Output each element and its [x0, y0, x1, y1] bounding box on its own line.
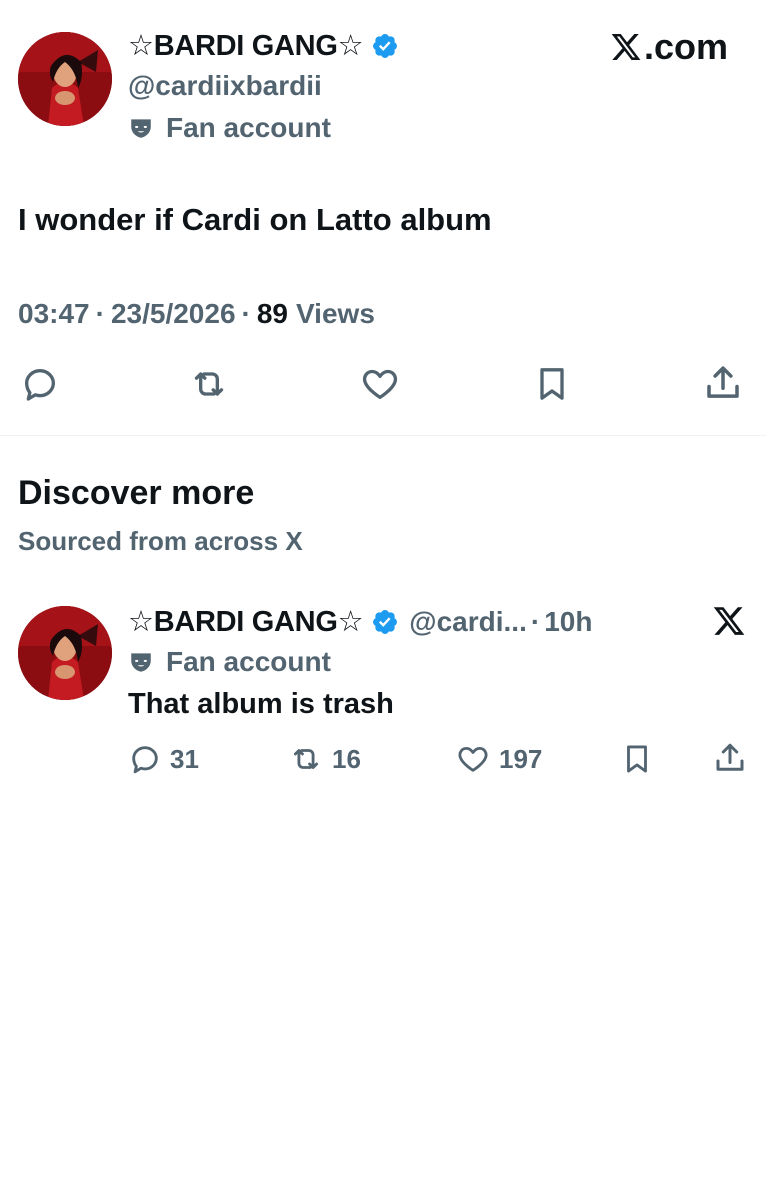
tweet-time[interactable]: 03:47	[18, 298, 90, 330]
x-logo-icon	[713, 607, 745, 635]
bookmark-icon	[627, 745, 647, 773]
reply-icon	[25, 369, 55, 401]
related-bookmark-button[interactable]	[620, 742, 654, 776]
related-reply-button[interactable]: 31	[128, 742, 199, 776]
display-name[interactable]: ☆BARDI GANG☆	[128, 28, 364, 63]
tweet-date[interactable]: 23/5/2026	[111, 298, 236, 330]
share-icon	[707, 366, 739, 398]
meta-separator: ·	[241, 298, 251, 329]
retweet-button[interactable]	[188, 364, 230, 404]
related-tweet-text: That album is trash	[128, 688, 394, 720]
share-button[interactable]	[702, 362, 744, 404]
reply-button[interactable]	[20, 364, 60, 404]
related-time[interactable]: 10h	[544, 606, 592, 638]
meta-separator: ·	[95, 298, 105, 329]
reply-icon	[132, 746, 158, 774]
bookmark-icon	[540, 368, 564, 400]
retweet-count: 16	[332, 743, 361, 774]
discover-subtitle: Sourced from across X	[18, 526, 303, 556]
like-count: 197	[499, 743, 543, 774]
related-retweet-button[interactable]: 16	[288, 742, 361, 776]
views-count: 89	[256, 298, 289, 329]
discover-title: Discover more	[18, 474, 255, 512]
like-icon	[362, 369, 398, 399]
parody-mask-icon	[128, 649, 154, 675]
x-logo-icon	[611, 34, 641, 60]
tweet-meta: 03:47 · 23/5/2026 · 89 Views	[18, 298, 375, 330]
x-com-brand: .com	[610, 26, 728, 68]
fan-account-label: Fan account	[128, 112, 331, 144]
verified-badge-icon	[371, 608, 399, 636]
related-avatar[interactable]	[18, 606, 112, 700]
retweet-icon	[293, 749, 319, 769]
avatar[interactable]	[18, 32, 112, 126]
tweet-text: I wonder if Cardi on Latto album	[18, 202, 492, 237]
related-fan-account-label: Fan account	[128, 646, 331, 678]
parody-mask-icon	[128, 115, 154, 141]
like-button[interactable]	[359, 364, 401, 404]
avatar-image	[18, 32, 112, 126]
fan-account-text: Fan account	[166, 112, 331, 143]
verified-badge-icon	[371, 32, 399, 60]
related-share-button[interactable]	[712, 740, 748, 776]
section-divider	[0, 435, 766, 436]
author-handle[interactable]: @cardiixbardii	[128, 70, 322, 102]
fan-account-text: Fan account	[166, 646, 331, 677]
related-handle[interactable]: @cardi...	[409, 606, 527, 638]
share-icon	[716, 743, 744, 771]
views-label: Views	[296, 298, 375, 329]
author-name-row: ☆BARDI GANG☆	[128, 28, 399, 63]
reply-count: 31	[170, 743, 199, 774]
meta-separator: ·	[530, 605, 541, 637]
avatar-image	[18, 606, 112, 700]
related-author-row: ☆BARDI GANG☆ @cardi... · 10h	[128, 604, 592, 639]
like-icon	[458, 746, 488, 772]
related-display-name[interactable]: ☆BARDI GANG☆	[128, 604, 364, 639]
bookmark-button[interactable]	[532, 364, 572, 404]
related-like-button[interactable]: 197	[455, 742, 542, 776]
retweet-icon	[194, 372, 224, 396]
brand-label: .com	[643, 26, 728, 67]
